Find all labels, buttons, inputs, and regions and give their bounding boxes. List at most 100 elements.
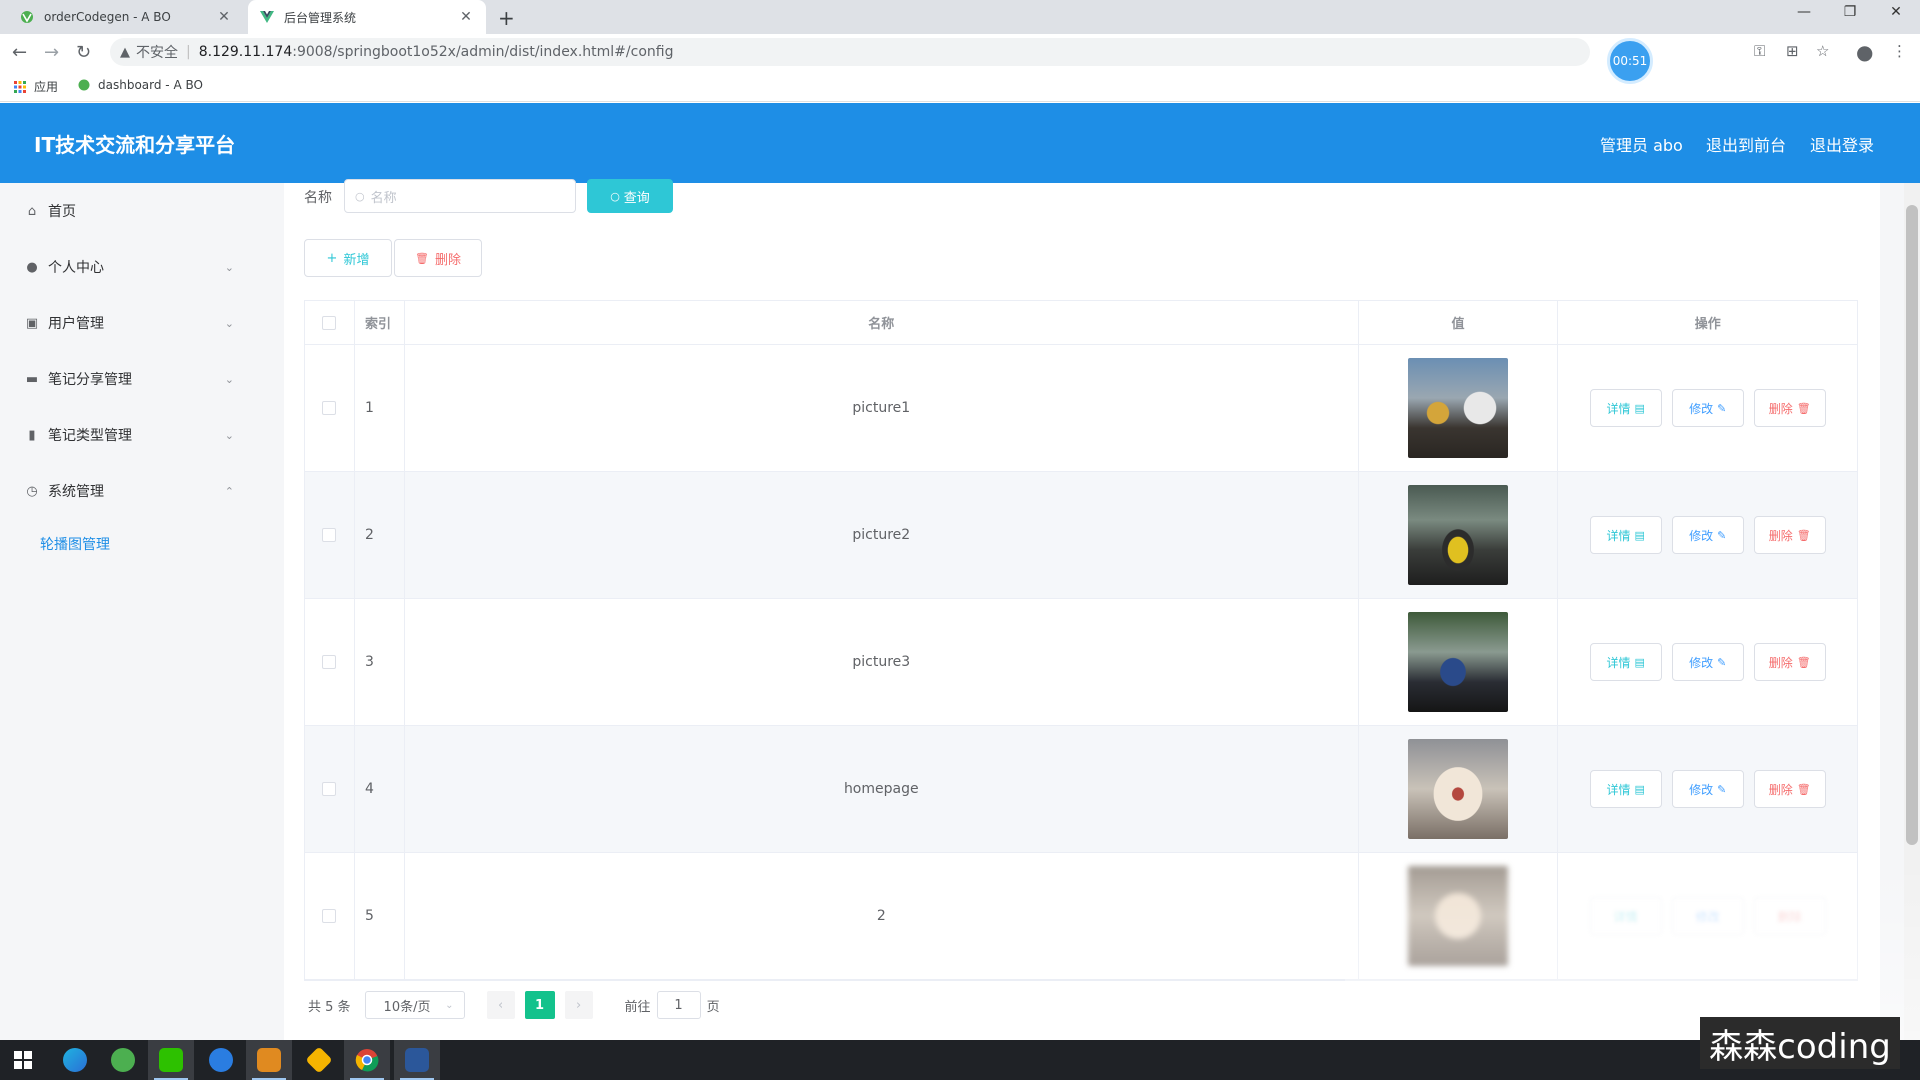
sidebar-item-user-management[interactable]: ▣ 用户管理 ⌄ [0, 303, 284, 343]
profile-icon[interactable]: ● [1856, 40, 1873, 64]
detail-button[interactable]: 详情 ▤ [1589, 516, 1662, 554]
translate-icon[interactable]: ⊞ [1786, 42, 1799, 60]
address-bar[interactable]: ▲ 不安全 | 8.129.11.174 :9008/springboot1o5… [110, 38, 1590, 66]
edit-button[interactable]: 修改 ✎ [1671, 643, 1744, 681]
row-value-cell [1359, 599, 1559, 725]
close-icon[interactable]: ✕ [216, 9, 232, 25]
sidebar-item-carousel[interactable]: 轮播图管理 [40, 534, 110, 554]
main-content: 名称 ○ 名称 ○ 查询 + 新增 🗑 删除 索引 名称 值 操作 1 pict… [284, 179, 1904, 1040]
bookmark-dashboard[interactable]: dashboard - A BO [78, 78, 203, 92]
windows-start-icon[interactable] [0, 1040, 46, 1080]
row-ops-cell: 详情 ▤ 修改 ✎ 删除 🗑 [1558, 726, 1857, 852]
sidebar-item-home[interactable]: ⌂ 首页 [0, 191, 284, 231]
detail-button[interactable]: 详情 [1589, 897, 1662, 935]
detail-button[interactable]: 详情 ▤ [1589, 770, 1662, 808]
header-index: 索引 [355, 301, 405, 344]
address-path: :9008/springboot1o52x/admin/dist/index.h… [292, 44, 674, 60]
recording-timer: 00:51 [1607, 38, 1653, 84]
search-icon: ○ [610, 189, 620, 203]
page-size-select[interactable]: 10条/页 ⌄ [364, 991, 465, 1019]
delete-label: 删除 [1768, 655, 1793, 670]
row-value-cell [1359, 726, 1559, 852]
close-icon[interactable]: ✕ [458, 9, 474, 25]
sidebar-item-note-types[interactable]: ▮ 笔记类型管理 ⌄ [0, 415, 284, 455]
edit-button[interactable]: 修改 ✎ [1671, 516, 1744, 554]
forward-icon[interactable]: → [44, 42, 59, 63]
vue-logo-icon [260, 10, 274, 24]
edge-icon[interactable] [52, 1040, 98, 1080]
delete-button[interactable]: 删除 🗑 [1753, 643, 1826, 681]
yellow-app-icon[interactable] [296, 1040, 342, 1080]
row-checkbox[interactable] [322, 909, 337, 923]
exit-to-front-link[interactable]: 退出到前台 [1706, 132, 1786, 156]
edit-button[interactable]: 修改 ✎ [1671, 770, 1744, 808]
delete-button[interactable]: 删除 [1753, 897, 1826, 935]
green-app-icon[interactable] [100, 1040, 146, 1080]
yellow-car-image[interactable] [1408, 485, 1509, 585]
logout-link[interactable]: 退出登录 [1810, 132, 1874, 156]
row-checkbox[interactable] [322, 782, 337, 796]
delete-button[interactable]: 删除 🗑 [1753, 389, 1826, 427]
minimize-icon[interactable]: — [1784, 4, 1824, 20]
select-all-checkbox[interactable] [322, 315, 337, 330]
sidebar-item-note-sharing[interactable]: ▬ 笔记分享管理 ⌄ [0, 359, 284, 399]
search-input[interactable]: ○ 名称 [344, 179, 576, 213]
row-checkbox[interactable] [322, 655, 337, 669]
goto-label: 前往 [624, 999, 651, 1015]
add-button[interactable]: + 新增 [304, 239, 392, 277]
row-checkbox[interactable] [322, 401, 337, 415]
restore-icon[interactable]: ❐ [1830, 4, 1870, 20]
star-icon[interactable]: ☆ [1816, 42, 1829, 60]
user-icon: ● [26, 259, 38, 275]
page-scrollbar-thumb[interactable] [1906, 205, 1918, 845]
wechat-icon[interactable] [148, 1040, 194, 1080]
add-button-label: 新增 [343, 252, 370, 268]
sidebar-item-personal-center[interactable]: ● 个人中心 ⌄ [0, 247, 284, 287]
search-app-icon[interactable] [198, 1040, 244, 1080]
chevron-down-icon: ⌄ [224, 428, 234, 442]
row-name: picture1 [405, 345, 1359, 471]
row-index: 4 [355, 726, 405, 852]
blue-car-image[interactable] [1408, 612, 1509, 712]
reload-icon[interactable]: ↻ [76, 42, 91, 63]
sidebar-item-system[interactable]: ◷ 系统管理 ⌃ [0, 471, 284, 511]
watermark: 森森coding [1700, 1017, 1900, 1069]
prev-page-button[interactable]: ‹ [486, 991, 515, 1019]
edit-button[interactable]: 修改 ✎ [1671, 389, 1744, 427]
detail-button[interactable]: 详情 ▤ [1589, 643, 1662, 681]
pencil-icon: ✎ [1717, 655, 1727, 669]
next-page-button[interactable]: › [564, 991, 593, 1019]
pagination: 共 5 条 10条/页 ⌄ ‹ 1 › 前往 1 页 [304, 991, 720, 1019]
system-icon: ◷ [26, 483, 38, 499]
table-row: 5 2 详情 修改 删除 [305, 853, 1857, 980]
chrome-icon[interactable] [344, 1040, 390, 1080]
browser-tab-admin[interactable]: 后台管理系统 ✕ [248, 0, 486, 34]
back-icon[interactable]: ← [12, 42, 27, 63]
yawning-cat-image[interactable] [1408, 739, 1509, 839]
delete-button[interactable]: 删除 🗑 [1753, 770, 1826, 808]
batch-delete-button[interactable]: 🗑 删除 [394, 239, 482, 277]
menu-icon[interactable]: ⋮ [1892, 42, 1907, 60]
new-tab-icon[interactable]: + [498, 6, 515, 30]
word-icon[interactable] [394, 1040, 440, 1080]
app-title: IT技术交流和分享平台 [34, 133, 236, 157]
detail-button[interactable]: 详情 ▤ [1589, 389, 1662, 427]
java-ide-icon[interactable] [246, 1040, 292, 1080]
browser-tab-ordercodegen[interactable]: orderCodegen - A BO ✕ [8, 0, 244, 34]
row-check-cell [305, 853, 355, 979]
racing-cars-image[interactable] [1408, 358, 1509, 458]
page-number-current[interactable]: 1 [524, 991, 555, 1019]
edit-button[interactable]: 修改 [1671, 897, 1744, 935]
search-label: 名称 [304, 190, 332, 206]
query-button[interactable]: ○ 查询 [587, 179, 673, 213]
address-separator: | [186, 44, 191, 60]
key-icon[interactable]: ⚿ [1754, 42, 1765, 60]
page-suffix: 页 [706, 999, 720, 1015]
row-checkbox[interactable] [322, 528, 337, 542]
bookmark-apps[interactable]: 应用 [14, 78, 58, 95]
window-close-icon[interactable]: ✕ [1876, 4, 1916, 20]
delete-button[interactable]: 删除 🗑 [1753, 516, 1826, 554]
goto-page-input[interactable]: 1 [656, 991, 701, 1019]
edit-label: 修改 [1689, 528, 1714, 543]
cat-image[interactable] [1408, 866, 1509, 966]
